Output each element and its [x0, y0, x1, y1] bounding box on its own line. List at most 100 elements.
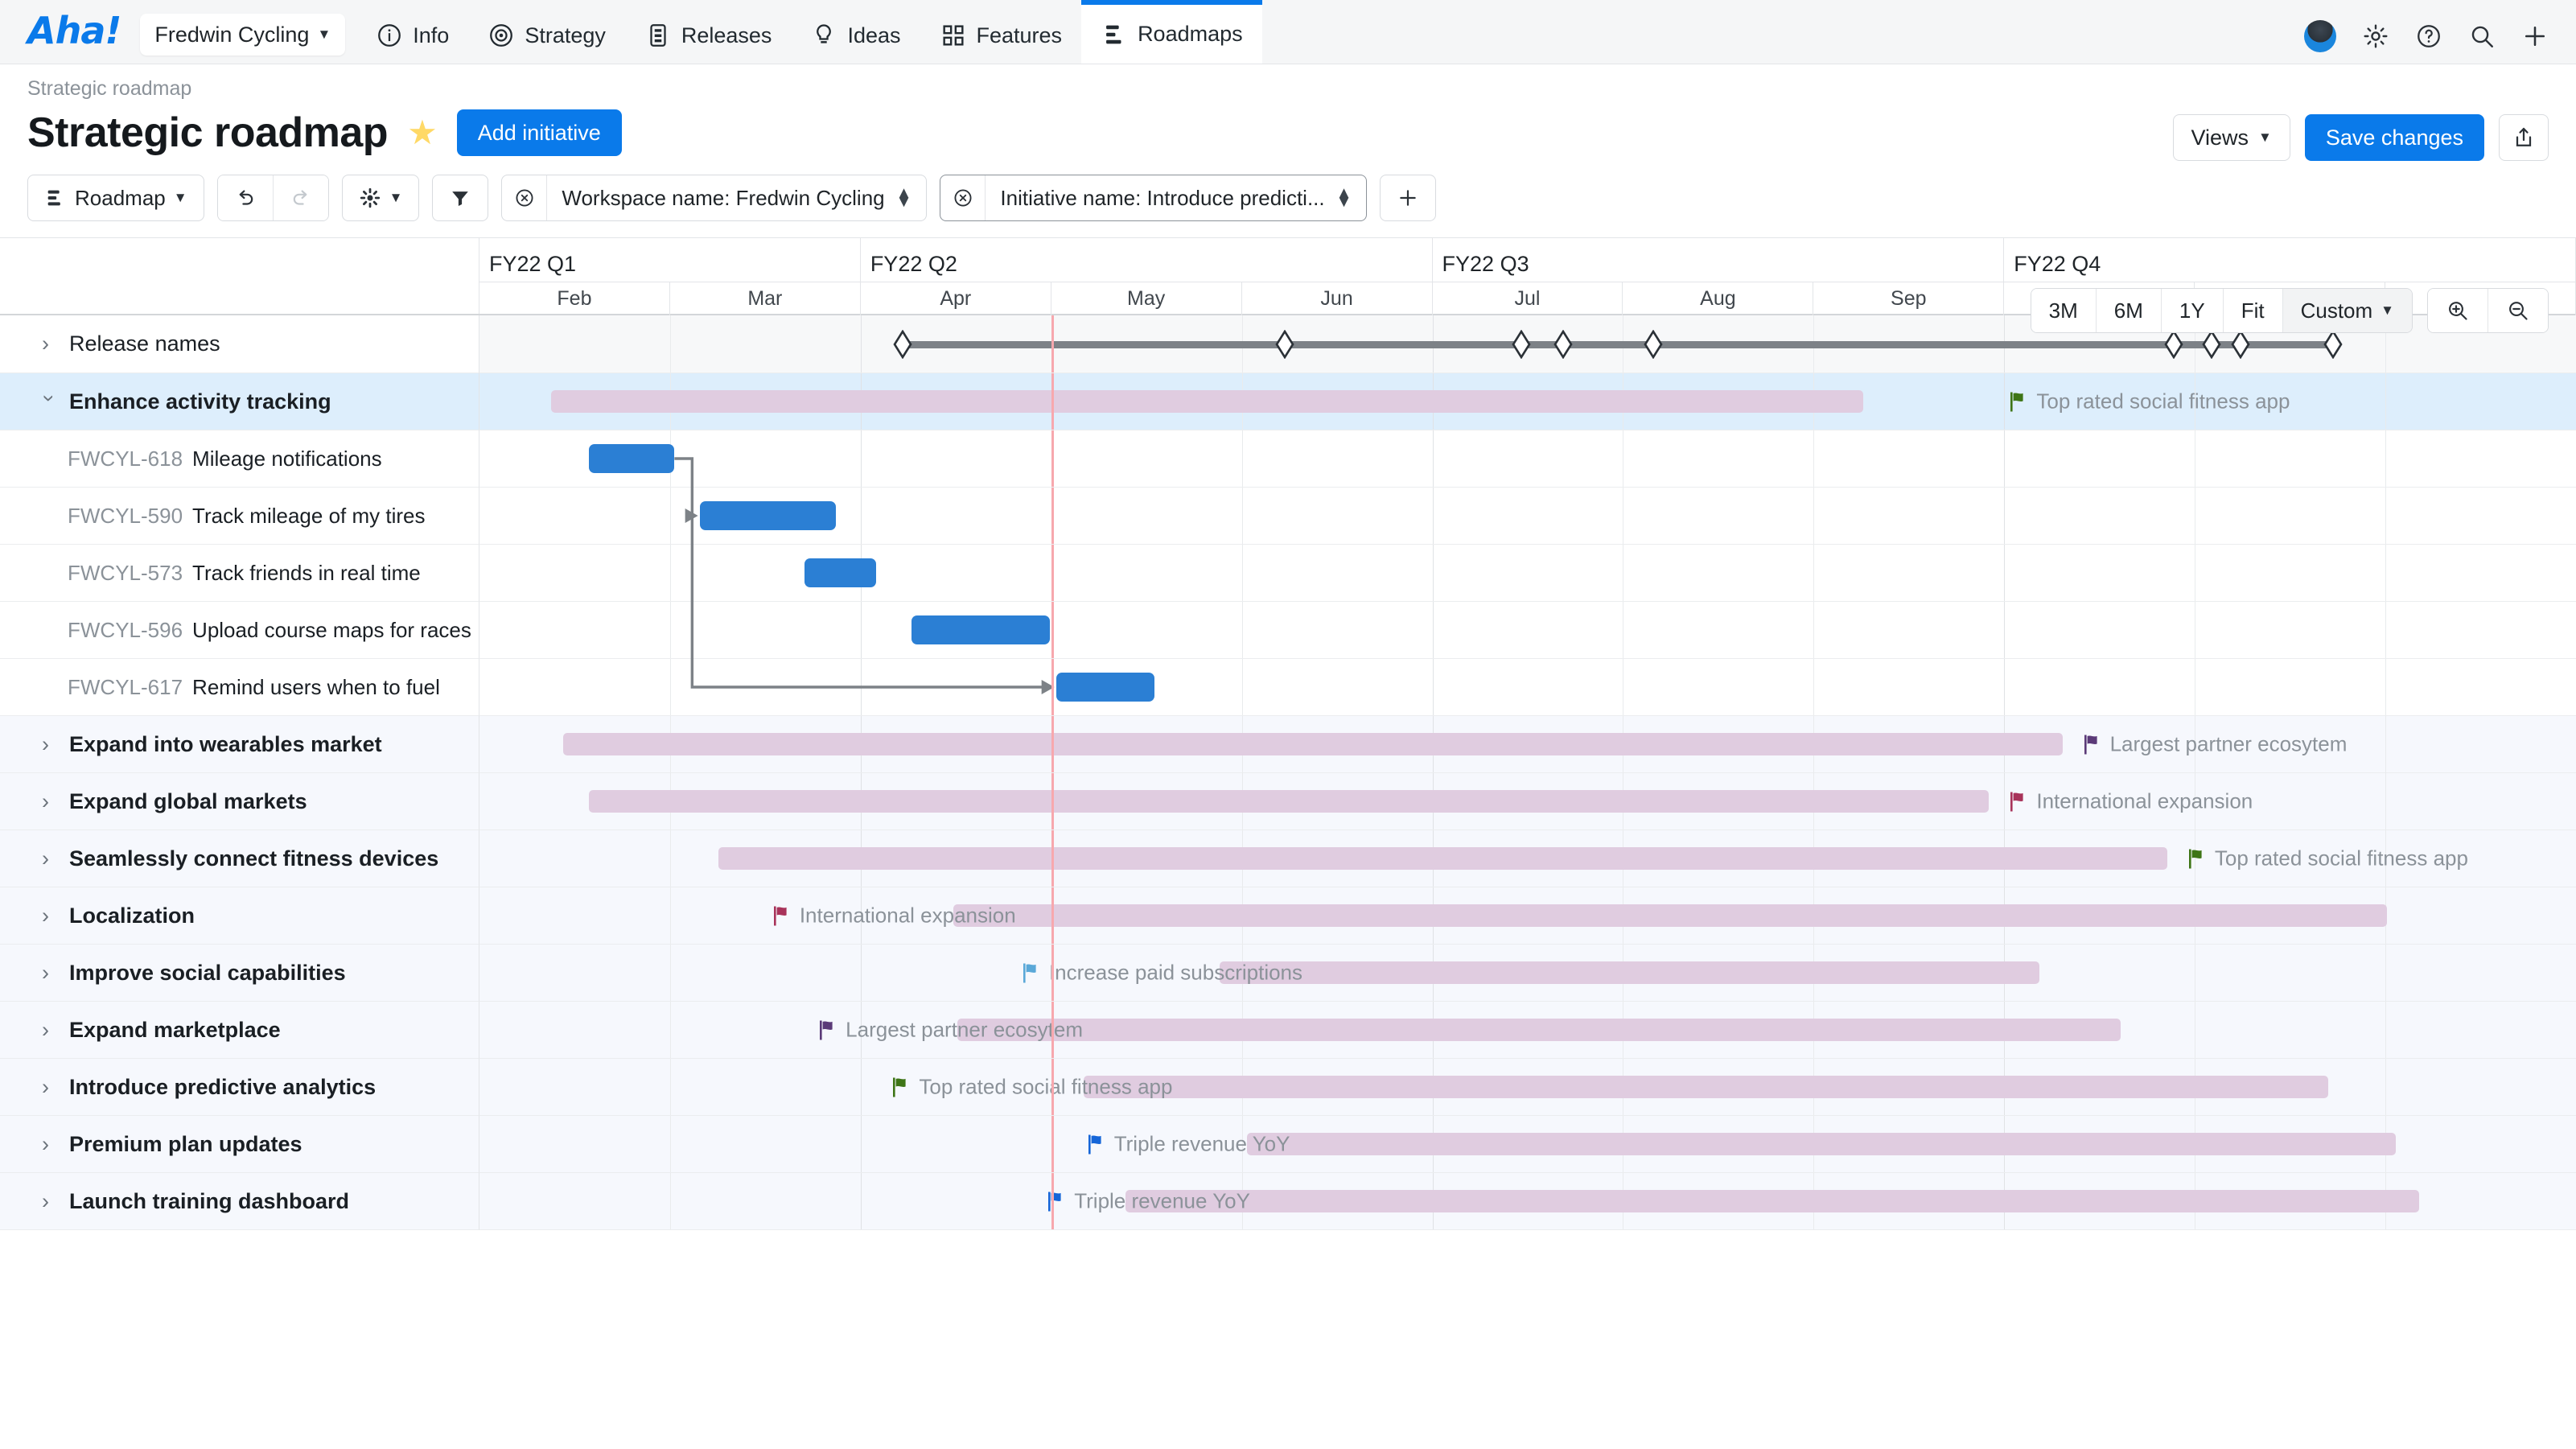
feature-label-cell[interactable]: FWCYL-618Mileage notifications [0, 430, 479, 488]
range-custom[interactable]: Custom ▼ [2283, 289, 2412, 332]
release-milestone-diamond[interactable] [1512, 330, 1531, 359]
initiative-bar[interactable] [953, 904, 2388, 927]
initiative-label-cell[interactable]: ›Expand global markets [0, 773, 479, 830]
feature-row[interactable]: FWCYL-590Track mileage of my tires [0, 488, 2576, 545]
avatar[interactable] [2304, 20, 2336, 52]
views-button[interactable]: Views ▼ [2173, 114, 2290, 161]
initiative-label-cell[interactable]: ›Improve social capabilities [0, 945, 479, 1002]
chevron-right-icon[interactable]: › [42, 1134, 56, 1155]
tab-features[interactable]: Features [920, 7, 1082, 64]
tab-releases[interactable]: Releases [625, 7, 792, 64]
initiative-bar[interactable] [1247, 1133, 2396, 1155]
zoom-out-button[interactable] [2488, 289, 2548, 332]
remove-filter-icon[interactable] [502, 175, 547, 220]
goal-label[interactable]: Triple revenue YoY [1047, 1189, 1250, 1214]
share-button[interactable] [2499, 114, 2549, 161]
release-milestone-diamond[interactable] [2231, 330, 2250, 359]
initiative-label-cell[interactable]: ›Launch training dashboard [0, 1173, 479, 1230]
add-filter-button[interactable] [1380, 175, 1436, 221]
tab-info[interactable]: Info [356, 7, 468, 64]
initiative-row[interactable]: ›Introduce predictive analytics Top rated… [0, 1059, 2576, 1116]
feature-bar[interactable] [589, 444, 675, 473]
chevron-right-icon[interactable]: › [42, 333, 56, 355]
feature-bar[interactable] [911, 615, 1050, 644]
initiative-row[interactable]: ›Localization International expansion [0, 887, 2576, 945]
range-3m[interactable]: 3M [2031, 289, 2097, 332]
initiative-bar[interactable] [1220, 961, 2039, 984]
goal-label[interactable]: Increase paid subscriptions [1023, 961, 1302, 986]
initiative-bar[interactable] [551, 390, 1863, 413]
initiative-label-cell[interactable]: ›Introduce predictive analytics [0, 1059, 479, 1116]
goal-label[interactable]: Top rated social fitness app [2188, 846, 2468, 871]
settings-button[interactable]: ▼ [342, 175, 420, 221]
chevron-right-icon[interactable]: › [42, 1076, 56, 1098]
chevron-right-icon[interactable]: › [42, 962, 56, 984]
filter-chip-workspace[interactable]: Workspace name: Fredwin Cycling ▲▼ [501, 175, 927, 221]
goal-label[interactable]: Triple revenue YoY [1088, 1132, 1290, 1157]
feature-label-cell[interactable]: FWCYL-617Remind users when to fuel [0, 659, 479, 716]
goal-label[interactable]: Top rated social fitness app [892, 1075, 1172, 1100]
filter-chip-initiative[interactable]: Initiative name: Introduce predicti... ▲… [940, 175, 1367, 221]
chevron-right-icon[interactable]: › [42, 905, 56, 927]
feature-row[interactable]: FWCYL-618Mileage notifications [0, 430, 2576, 488]
initiative-row[interactable]: ›Expand marketplace Largest partner ecosy… [0, 1002, 2576, 1059]
range-fit[interactable]: Fit [2224, 289, 2283, 332]
release-milestone-diamond[interactable] [1275, 330, 1294, 359]
feature-row[interactable]: FWCYL-573Track friends in real time [0, 545, 2576, 602]
goal-label[interactable]: Largest partner ecosytem [819, 1018, 1083, 1043]
initiative-bar[interactable] [957, 1019, 2121, 1041]
goal-label[interactable]: International expansion [2010, 789, 2253, 814]
range-1y[interactable]: 1Y [2162, 289, 2224, 332]
initiative-label-cell[interactable]: ›Seamlessly connect fitness devices [0, 830, 479, 887]
tab-ideas[interactable]: Ideas [791, 7, 920, 64]
feature-row[interactable]: FWCYL-617Remind users when to fuel [0, 659, 2576, 716]
gear-icon[interactable] [2362, 23, 2389, 50]
release-milestone-diamond[interactable] [2164, 330, 2183, 359]
workspace-selector[interactable]: Fredwin Cycling ▼ [140, 14, 345, 56]
feature-label-cell[interactable]: FWCYL-596Upload course maps for races [0, 602, 479, 659]
feature-bar[interactable] [804, 558, 876, 587]
roadmap-type-button[interactable]: Roadmap ▼ [27, 175, 204, 221]
initiative-bar[interactable] [1084, 1076, 2329, 1098]
release-milestone-diamond[interactable] [1553, 330, 1573, 359]
help-icon[interactable] [2415, 23, 2442, 50]
filter-chip-initiative-body[interactable]: Initiative name: Introduce predicti... ▲… [986, 175, 1366, 220]
initiative-label-cell[interactable]: ›Enhance activity tracking [0, 373, 479, 430]
redo-button[interactable] [273, 175, 328, 220]
filter-chip-workspace-body[interactable]: Workspace name: Fredwin Cycling ▲▼ [547, 175, 926, 220]
initiative-bar[interactable] [589, 790, 1990, 813]
aha-logo[interactable]: Aha! [0, 12, 140, 64]
initiative-row[interactable]: ›Expand global markets International expa… [0, 773, 2576, 830]
initiative-label-cell[interactable]: ›Expand marketplace [0, 1002, 479, 1059]
initiative-label-cell[interactable]: ›Expand into wearables market [0, 716, 479, 773]
chevron-right-icon[interactable]: › [42, 734, 56, 755]
initiative-bar[interactable] [1125, 1190, 2419, 1212]
undo-button[interactable] [218, 175, 273, 220]
goal-label[interactable]: Top rated social fitness app [2010, 389, 2290, 414]
feature-row[interactable]: FWCYL-596Upload course maps for races [0, 602, 2576, 659]
release-milestone-diamond[interactable] [2323, 330, 2343, 359]
tab-strategy[interactable]: Strategy [468, 7, 625, 64]
release-names-label-cell[interactable]: ›Release names [0, 315, 479, 373]
chevron-right-icon[interactable]: › [42, 1191, 56, 1212]
initiative-label-cell[interactable]: ›Premium plan updates [0, 1116, 479, 1173]
add-initiative-button[interactable]: Add initiative [457, 109, 622, 156]
initiative-label-cell[interactable]: ›Localization [0, 887, 479, 945]
initiative-row[interactable]: ›Seamlessly connect fitness devices Top r… [0, 830, 2576, 887]
zoom-in-button[interactable] [2428, 289, 2488, 332]
initiative-row[interactable]: ›Improve social capabilities Increase pai… [0, 945, 2576, 1002]
chevron-right-icon[interactable]: › [42, 791, 56, 813]
range-6m[interactable]: 6M [2097, 289, 2162, 332]
release-milestone-diamond[interactable] [893, 330, 912, 359]
goal-label[interactable]: Largest partner ecosytem [2084, 732, 2348, 757]
filter-button[interactable] [432, 175, 488, 221]
initiative-row[interactable]: ›Expand into wearables market Largest par… [0, 716, 2576, 773]
goal-label[interactable]: International expansion [773, 904, 1016, 928]
initiative-row[interactable]: ›Premium plan updates Triple revenue YoY [0, 1116, 2576, 1173]
chevron-down-icon[interactable]: › [39, 394, 60, 409]
initiative-row[interactable]: ›Enhance activity tracking Top rated soci… [0, 373, 2576, 430]
tab-roadmaps[interactable]: Roadmaps [1081, 0, 1262, 64]
initiative-row[interactable]: ›Launch training dashboard Triple revenue… [0, 1173, 2576, 1230]
save-changes-button[interactable]: Save changes [2305, 114, 2484, 161]
feature-bar[interactable] [1056, 673, 1154, 702]
